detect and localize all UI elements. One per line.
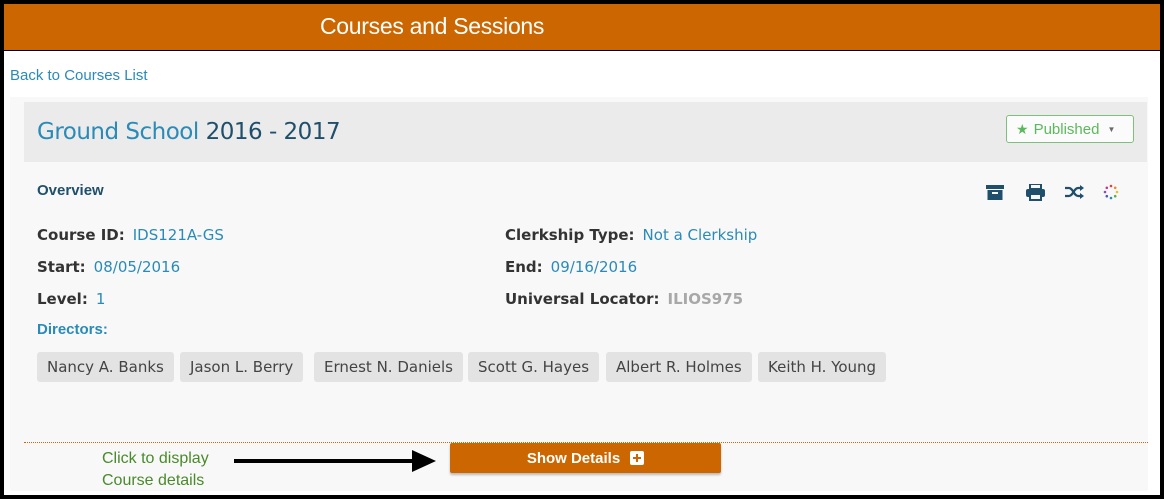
directors-label[interactable]: Directors: [37, 321, 108, 338]
plus-square-icon [630, 451, 645, 465]
publish-status-dropdown[interactable]: ★ Published ▼ [1006, 115, 1134, 143]
level-field: Level: 1 [37, 290, 105, 308]
level-value[interactable]: 1 [96, 290, 106, 308]
back-to-courses-link[interactable]: Back to Courses List [10, 67, 148, 84]
show-details-label: Show Details [526, 449, 621, 467]
show-details-button[interactable]: Show Details [450, 443, 721, 473]
director-chip: Keith H. Young [758, 352, 887, 382]
director-chip: Nancy A. Banks [37, 352, 174, 382]
director-chip: Albert R. Holmes [606, 352, 752, 382]
archive-icon[interactable] [985, 182, 1005, 202]
director-chip: Ernest N. Daniels [314, 352, 463, 382]
clerkship-type-value[interactable]: Not a Clerkship [643, 226, 758, 244]
end-date-value[interactable]: 09/16/2016 [551, 258, 637, 276]
end-field: End: 09/16/2016 [505, 258, 637, 276]
course-id-label: Course ID: [37, 226, 125, 244]
overview-heading: Overview [37, 182, 104, 199]
loading-spinner-icon [1101, 182, 1121, 202]
shuffle-icon[interactable] [1064, 182, 1084, 202]
annotation-line-2: Course details [102, 472, 205, 489]
course-title: Ground School 2016 - 2017 [37, 119, 341, 145]
universal-locator-label: Universal Locator: [505, 290, 660, 308]
course-id-value[interactable]: IDS121A-GS [133, 226, 224, 244]
level-label: Level: [37, 290, 88, 308]
star-icon: ★ [1016, 120, 1029, 137]
print-icon[interactable] [1025, 182, 1045, 202]
annotation-callout: Click to display Course details [102, 448, 209, 492]
course-year: 2016 - 2017 [205, 119, 341, 145]
publish-status-label: Published [1033, 120, 1100, 138]
annotation-arrow-icon [234, 450, 436, 472]
director-chip: Jason L. Berry [180, 352, 304, 382]
director-chip: Scott G. Hayes [468, 352, 600, 382]
page-title: Courses and Sessions [320, 13, 545, 39]
start-label: Start: [37, 258, 86, 276]
course-id-field: Course ID: IDS121A-GS [37, 226, 224, 244]
start-field: Start: 08/05/2016 [37, 258, 180, 276]
start-date-value[interactable]: 08/05/2016 [94, 258, 180, 276]
chevron-down-icon: ▼ [1107, 124, 1116, 134]
annotation-line-1: Click to display [102, 450, 209, 467]
universal-locator-field: Universal Locator: ILIOS975 [505, 290, 743, 308]
end-label: End: [505, 258, 543, 276]
clerkship-type-label: Clerkship Type: [505, 226, 635, 244]
app-header: Courses and Sessions [4, 4, 1160, 51]
clerkship-type-field: Clerkship Type: Not a Clerkship [505, 226, 757, 244]
universal-locator-value: ILIOS975 [667, 290, 744, 308]
course-name[interactable]: Ground School [37, 119, 199, 145]
